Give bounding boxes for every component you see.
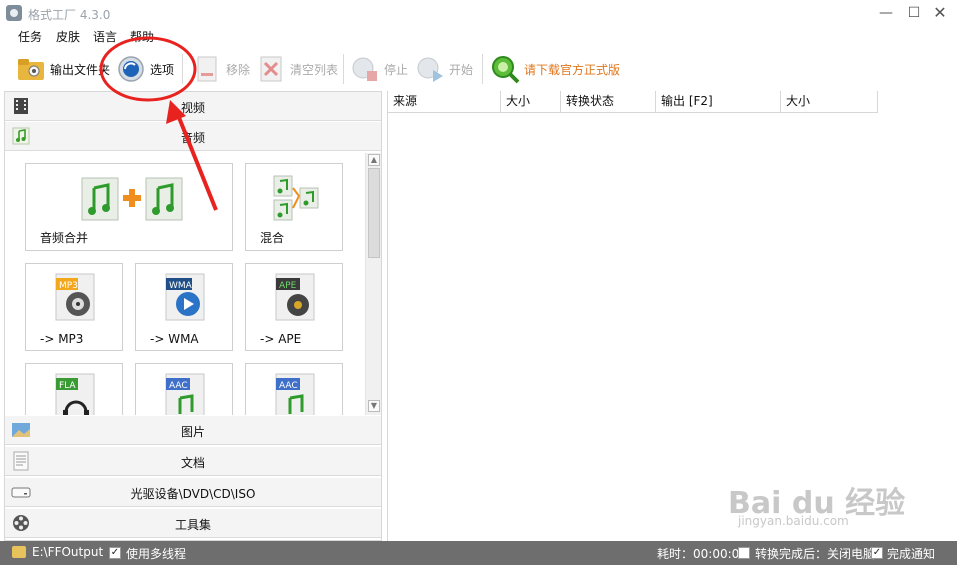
clear-list-button[interactable]: 清空列表 (256, 53, 338, 85)
tile-to-mp3-label: -> MP3 (40, 332, 84, 346)
multithread-label: 使用多线程 (126, 547, 187, 561)
start-icon (415, 54, 445, 84)
aac-badge-text: AAC (279, 381, 298, 391)
close-button[interactable]: ✕ (930, 4, 950, 22)
scroll-down-arrow-icon[interactable]: ▼ (368, 400, 380, 412)
task-list[interactable]: 来源 大小 转换状态 输出 [F2] 大小 (387, 91, 957, 541)
tile-to-aac-2[interactable]: AAC (245, 363, 343, 415)
tile-to-wma-label: -> WMA (150, 332, 199, 346)
tile-mix-label: 混合 (260, 231, 285, 245)
category-image-label: 图片 (180, 425, 205, 439)
notify-label: 完成通知 (887, 547, 936, 561)
audio-function-grid: 音频合并 混合 MP3 -> MP3 WMA -> WMA APE -> APE… (5, 153, 381, 415)
output-folder-label: 输出文件夹 (50, 62, 111, 77)
clear-list-icon (256, 54, 286, 84)
folder-icon (16, 54, 46, 84)
tile-to-ape-label: -> APE (260, 332, 302, 346)
category-optical-label: 光驱设备\DVD\CD\ISO (130, 487, 256, 501)
category-video-label: 视频 (180, 101, 205, 115)
category-document[interactable]: 文档 (5, 447, 381, 476)
toolbar: 输出文件夹 选项 移除 清空列表 停止 开始 请下载官方正式版 (0, 48, 957, 90)
vertical-scrollbar[interactable]: ▲ ▼ (365, 153, 381, 415)
menu-language[interactable]: 语言 (93, 28, 117, 45)
category-audio-label: 音频 (180, 131, 205, 145)
tile-to-wma[interactable]: WMA -> WMA (135, 263, 233, 351)
mp3-badge-text: MP3 (59, 281, 78, 291)
toolbar-separator (482, 54, 483, 84)
options-label: 选项 (150, 62, 175, 77)
column-size[interactable]: 大小 (501, 91, 561, 113)
mp3-file-icon: MP3 (52, 272, 98, 325)
ape-file-icon: APE (272, 272, 318, 325)
window-title: 格式工厂 4.3.0 (28, 8, 111, 22)
aac-file-icon: AAC (162, 372, 208, 415)
wma-badge-text: WMA (169, 281, 193, 291)
multithread-checkbox[interactable]: ✓ (109, 547, 121, 559)
shutdown-after-checkbox[interactable] (738, 547, 750, 559)
tile-mix[interactable]: 混合 (245, 163, 343, 251)
category-audio[interactable]: 音频 (5, 122, 381, 151)
watermark-sub-text: jingyan.baidu.com (738, 514, 849, 528)
shutdown-after-label: 转换完成后：关闭电脑 (755, 547, 876, 561)
maximize-button[interactable]: ☐ (904, 4, 924, 22)
tile-to-mp3[interactable]: MP3 -> MP3 (25, 263, 123, 351)
stop-button[interactable]: 停止 (350, 53, 408, 85)
tile-to-aac[interactable]: AAC (135, 363, 233, 415)
output-path[interactable]: E:\FFOutput (32, 545, 103, 559)
folder-icon (12, 546, 26, 558)
title-bar: 格式工厂 4.3.0 — ☐ ✕ (0, 0, 957, 26)
download-label: 请下载官方正式版 (524, 62, 621, 77)
tile-to-ape[interactable]: APE -> APE (245, 263, 343, 351)
category-tools[interactable]: 工具集 (5, 509, 381, 538)
ape-badge-text: APE (279, 281, 297, 291)
tile-audio-merge[interactable]: 音频合并 (25, 163, 233, 251)
toolbar-separator (343, 54, 344, 84)
stop-label: 停止 (384, 62, 409, 77)
aac-file-icon: AAC (272, 372, 318, 415)
start-label: 开始 (449, 62, 474, 77)
app-icon (6, 5, 22, 21)
toolbar-separator (182, 54, 183, 84)
aac-badge-text: AAC (169, 381, 188, 391)
elapsed-time: 耗时：00:00:00 (657, 547, 747, 561)
wma-file-icon: WMA (162, 272, 208, 325)
scroll-thumb[interactable] (368, 168, 380, 258)
flac-file-icon: FLA (52, 372, 98, 415)
options-button[interactable]: 选项 (116, 53, 174, 85)
start-button[interactable]: 开始 (415, 53, 473, 85)
fla-badge-text: FLA (59, 381, 76, 391)
magnifier-globe-icon (490, 54, 520, 84)
clear-list-label: 清空列表 (290, 62, 339, 77)
options-gear-icon (116, 54, 146, 84)
download-official-link[interactable]: 请下载官方正式版 (490, 53, 620, 85)
tile-to-flac[interactable]: FLA (25, 363, 123, 415)
tile-audio-merge-label: 音频合并 (40, 231, 89, 245)
remove-button[interactable]: 移除 (192, 53, 250, 85)
status-bar: E:\FFOutput ✓ 使用多线程 耗时：00:00:00 转换完成后：关闭… (0, 541, 957, 565)
menu-task[interactable]: 任务 (18, 28, 42, 45)
audio-merge-icon (80, 174, 184, 227)
category-optical-drive[interactable]: 光驱设备\DVD\CD\ISO (5, 478, 381, 507)
category-video[interactable]: 视频 (5, 92, 381, 121)
stop-icon (350, 54, 380, 84)
category-tools-label: 工具集 (174, 518, 211, 532)
notify-checkbox[interactable]: ✓ (871, 547, 883, 559)
audio-mix-icon (272, 174, 320, 227)
menu-skin[interactable]: 皮肤 (56, 28, 80, 45)
category-document-label: 文档 (180, 456, 205, 470)
column-output-size[interactable]: 大小 (781, 91, 878, 113)
output-folder-button[interactable]: 输出文件夹 (16, 53, 110, 85)
column-source[interactable]: 来源 (388, 91, 501, 113)
category-image[interactable]: 图片 (5, 416, 381, 445)
menu-help[interactable]: 帮助 (130, 28, 154, 45)
category-panel: 视频 音频 音频合并 混合 MP3 -> MP3 WMA -> WMA APE … (4, 91, 382, 541)
minimize-button[interactable]: — (876, 4, 896, 22)
baidu-jingyan-watermark: Bai du 经验 jingyan.baidu.com (728, 478, 948, 528)
menu-bar: 任务 皮肤 语言 帮助 (0, 26, 957, 46)
scroll-up-arrow-icon[interactable]: ▲ (368, 154, 380, 166)
column-output[interactable]: 输出 [F2] (656, 91, 781, 113)
column-status[interactable]: 转换状态 (561, 91, 656, 113)
remove-label: 移除 (226, 62, 251, 77)
remove-icon (192, 54, 222, 84)
